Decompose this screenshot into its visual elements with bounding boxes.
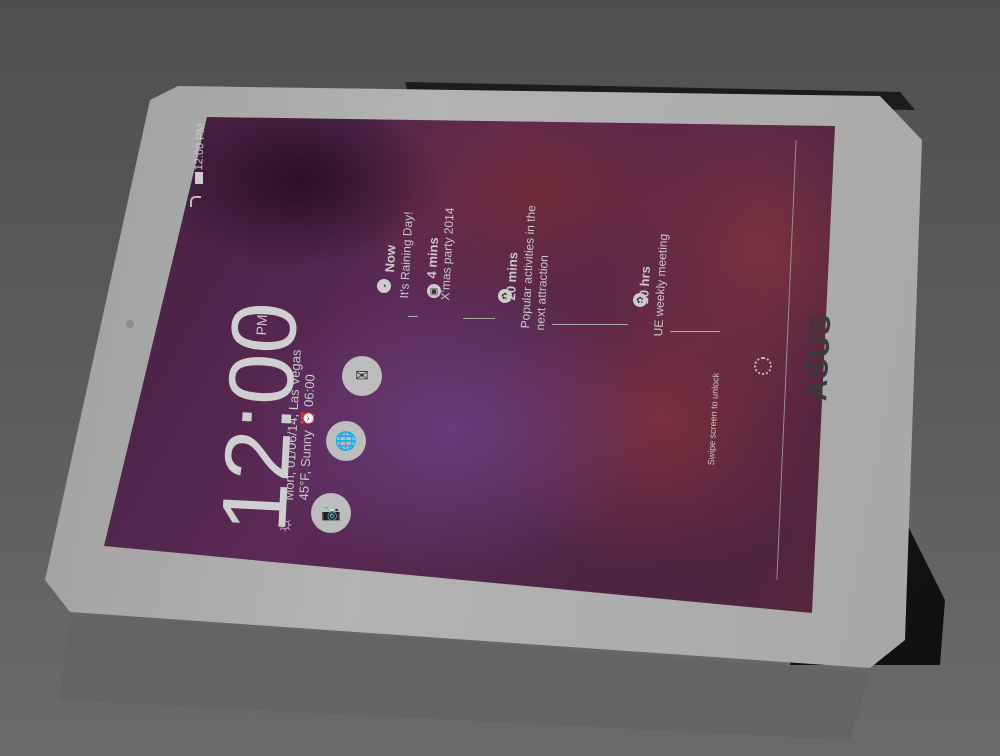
weather-text: 45°F, Sunny xyxy=(296,429,315,501)
notification-when: Now xyxy=(382,244,399,273)
clock-icon: ◔ xyxy=(377,279,391,293)
sun-icon: ☼ xyxy=(275,510,296,535)
brand-logo: ASUS xyxy=(800,312,838,402)
wifi-icon xyxy=(190,196,201,207)
notification-when: 20 mins xyxy=(503,251,521,301)
alarm-time: 06:00 xyxy=(300,373,318,408)
unlock-ring-icon[interactable] xyxy=(754,357,772,375)
clock-ampm: PM xyxy=(253,314,271,336)
mail-icon: ✉ xyxy=(355,368,369,385)
timeline-connector xyxy=(463,318,495,319)
timeline-connector xyxy=(552,324,628,325)
front-camera xyxy=(126,320,134,328)
timeline-connector xyxy=(670,331,720,332)
notification-when: 10 hrs xyxy=(636,265,653,305)
status-time: 12:00 PM xyxy=(193,122,208,171)
globe-icon: 🌐 xyxy=(334,430,358,451)
camera-icon: 📷 xyxy=(321,505,341,522)
battery-icon xyxy=(195,172,203,184)
email-shortcut-button[interactable]: ✉ xyxy=(342,356,382,396)
browser-shortcut-button[interactable]: 🌐 xyxy=(326,421,366,461)
alarm-icon: ⏰ xyxy=(299,410,316,428)
timeline-connector xyxy=(408,316,418,317)
camera-shortcut-button[interactable]: 📷 xyxy=(311,493,351,533)
